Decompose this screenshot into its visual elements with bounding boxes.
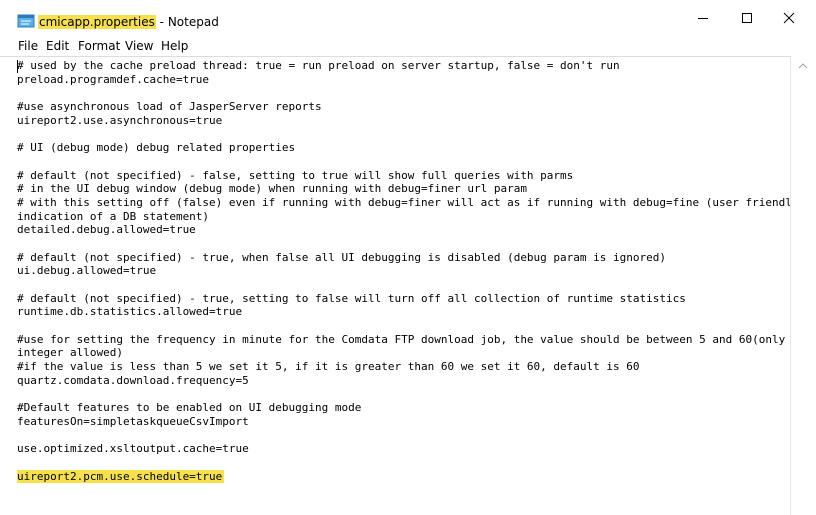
text-line: # used by the cache preload thread: true… [17,59,787,73]
line-text: #Default features to be enabled on UI de… [17,401,362,415]
line-text: runtime.db.statistics.allowed=true [17,305,243,319]
notepad-icon [17,14,35,28]
line-text: ui.debug.allowed=true [17,264,157,278]
line-text: featuresOn=simpletaskqueueCsvImport [17,414,249,428]
text-line [17,278,787,292]
menu-bar: File Edit Format View Help [0,36,816,56]
maximize-button[interactable] [724,0,770,36]
text-line: #if the value is less than 5 we set it 5… [17,360,787,374]
text-caret [17,60,18,73]
line-text: # UI (debug mode) debug related properti… [17,141,296,155]
close-icon [783,12,795,24]
line-text: # default (not specified) - true, when f… [17,250,667,264]
line-text: detailed.debug.allowed=true [17,223,196,237]
line-text: #use for setting the frequency in minute… [17,332,786,346]
text-line: #use for setting the frequency in minute… [17,333,787,347]
text-line: #Default features to be enabled on UI de… [17,401,787,415]
minimize-button[interactable] [680,0,726,36]
line-text: quartz.comdata.download.frequency=5 [17,373,249,387]
text-line: ui.debug.allowed=true [17,264,787,278]
text-line [17,319,787,333]
title-bar[interactable]: cmicapp.properties - Notepad [0,0,816,36]
text-line [17,388,787,402]
line-text: #use asynchronous load of JasperServer r… [17,100,322,114]
menu-file[interactable]: File [18,38,38,54]
text-line: detailed.debug.allowed=true [17,223,787,237]
editor-lines: # used by the cache preload thread: true… [17,59,790,484]
vertical-scrollbar[interactable] [790,56,816,515]
text-line: # default (not specified) - true, settin… [17,292,787,306]
menu-edit[interactable]: Edit [46,38,69,54]
line-text: preload.programdef.cache=true [17,72,210,86]
text-line: uireport2.use.asynchronous=true [17,114,787,128]
text-line: quartz.comdata.download.frequency=5 [17,374,787,388]
menu-help[interactable]: Help [161,38,188,54]
notepad-window: cmicapp.properties - Notepad File Edit F… [0,0,816,515]
text-editor[interactable]: # used by the cache preload thread: true… [0,56,790,515]
line-text: #if the value is less than 5 we set it 5… [17,360,640,374]
text-line: #use asynchronous load of JasperServer r… [17,100,787,114]
line-text: # default (not specified) - true, settin… [17,291,686,305]
text-line [17,155,787,169]
text-line: # in the UI debug window (debug mode) wh… [17,182,787,196]
text-line: use.optimized.xsltoutput.cache=true [17,442,787,456]
close-button[interactable] [766,0,812,36]
text-line: uireport2.pcm.use.schedule=true [17,469,787,484]
line-text: # in the UI debug window (debug mode) wh… [17,182,527,196]
text-line: integer allowed) [17,346,787,360]
line-text: # with this setting off (false) even if … [17,195,790,209]
text-line [17,456,787,470]
menu-view[interactable]: View [125,38,153,54]
text-line: indication of a DB statement) [17,210,787,224]
line-text: # default (not specified) - false, setti… [17,168,574,182]
text-line [17,86,787,100]
line-text: uireport2.use.asynchronous=true [17,113,223,127]
minimize-icon [698,18,708,19]
line-text: use.optimized.xsltoutput.cache=true [17,442,249,456]
text-line: # with this setting off (false) even if … [17,195,790,210]
text-line [17,127,787,141]
text-line: # default (not specified) - true, when f… [17,251,787,265]
highlighted-text: uireport2.pcm.use.schedule=true [17,469,225,484]
text-line: featuresOn=simpletaskqueueCsvImport [17,415,787,429]
menu-format[interactable]: Format [78,38,120,54]
title-appname: - Notepad [155,15,219,29]
maximize-icon [742,13,752,23]
window-title: cmicapp.properties - Notepad [38,14,219,30]
title-filename: cmicapp.properties [38,15,156,29]
text-line: preload.programdef.cache=true [17,73,787,87]
line-text: integer allowed) [17,346,123,360]
line-text: # used by the cache preload thread: true… [17,59,620,72]
text-line [17,429,787,443]
text-line: # UI (debug mode) debug related properti… [17,141,787,155]
text-line: # default (not specified) - false, setti… [17,169,787,183]
line-text: indication of a DB statement) [17,209,210,223]
text-line: runtime.db.statistics.allowed=true [17,305,787,319]
chevron-up-icon[interactable] [798,63,808,69]
text-line [17,237,787,251]
